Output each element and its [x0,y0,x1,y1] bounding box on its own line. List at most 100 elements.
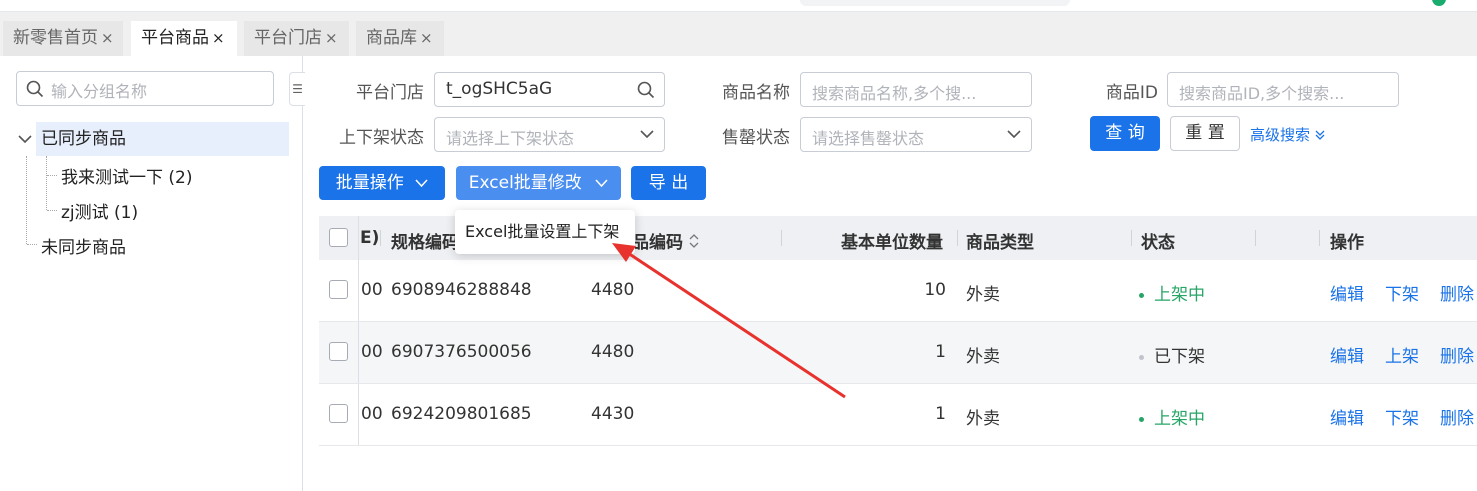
status-dot [1139,292,1144,298]
query-button[interactable]: 查 询 [1090,116,1160,151]
cell-product-type: 外卖 [966,409,1000,429]
top-bar [0,0,1477,12]
chevron-down-icon [640,130,654,139]
sidebar-collapse-button[interactable]: ☰ [289,72,305,106]
select-all-checkbox[interactable] [329,228,348,247]
group-search-placeholder: 输入分组名称 [51,82,148,101]
tree-node-synced[interactable]: 已同步商品 [36,122,289,156]
fixed-column-divider [358,216,359,260]
tree-guide-line [27,244,37,245]
top-status-indicator [1432,0,1446,6]
cell-unit-qty: 1 [935,404,946,424]
cell-unit-qty: 10 [924,280,946,300]
edit-link[interactable]: 编辑 [1330,280,1364,305]
double-chevron-down-icon [1315,130,1325,140]
close-icon[interactable]: × [212,29,225,47]
column-header-unit-qty: 基本单位数量 [841,233,943,253]
tab-platform-products[interactable]: 平台商品 × [131,21,237,56]
column-separator [1131,230,1132,246]
cell-partial: 00 [361,404,383,424]
delete-link[interactable]: 删除 [1440,280,1474,305]
column-separator [781,230,782,246]
column-header-product-type: 商品类型 [966,233,1034,253]
product-name-input[interactable]: 搜索商品名称,多个搜... [800,72,1032,107]
excel-batch-edit-button[interactable]: Excel批量修改 [456,166,621,200]
table-row: 00 6924209801685 4430 1 外卖 上架中 编辑 下架 删除 [319,384,1477,446]
tab-bar: 新零售首页 × 平台商品 × 平台门店 × 商品库 × [0,12,1477,56]
cell-product-code: 4480 [591,342,635,362]
table-row: 00 6907376500056 4480 1 外卖 已下架 编辑 上架 删除 [319,322,1477,384]
tree-node-unsynced[interactable]: 未同步商品 [41,233,126,258]
shelf-status-select[interactable]: 请选择上下架状态 [434,117,665,152]
status-dot [1139,354,1144,360]
cell-spec-code: 6907376500056 [391,342,532,362]
product-id-label: 商品ID [1105,83,1158,103]
unshelve-link[interactable]: 下架 [1385,404,1419,429]
search-icon [26,80,44,98]
search-icon[interactable] [637,81,655,99]
tab-platform-stores[interactable]: 平台门店 × [244,21,349,56]
column-header-status: 状态 [1141,233,1175,253]
column-separator [380,230,381,246]
export-button[interactable]: 导 出 [631,166,706,200]
close-icon[interactable]: × [325,29,338,47]
tree-guide-line [47,175,57,176]
delete-link[interactable]: 删除 [1440,342,1474,367]
tree-guide-line [26,156,27,244]
cell-spec-code: 6924209801685 [391,404,532,424]
product-name-label: 商品名称 [722,83,790,103]
chevron-down-icon [415,179,428,188]
column-header-spec-code: 规格编码 [391,233,459,253]
row-checkbox[interactable] [329,404,348,423]
cell-spec-code: 6908946288848 [391,280,532,300]
group-sidebar: 输入分组名称 ☰ 已同步商品 我来测试一下 (2) zj测试 (1) 未同步商品 [0,56,305,491]
sellout-status-label: 售罄状态 [722,128,790,148]
product-id-input[interactable]: 搜索商品ID,多个搜索... [1167,72,1399,107]
edit-link[interactable]: 编辑 [1330,404,1364,429]
store-input[interactable]: t_ogSHC5aG [434,72,665,107]
cell-partial: 00 [361,280,383,300]
fixed-column-divider [358,322,359,383]
column-header-partial: E) [360,228,380,248]
chevron-down-icon[interactable] [18,134,32,144]
delete-link[interactable]: 删除 [1440,404,1474,429]
tab-product-library[interactable]: 商品库 × [356,21,444,56]
cell-product-code: 4480 [591,280,635,300]
cell-product-type: 外卖 [966,285,1000,305]
fixed-column-divider [358,384,359,445]
group-search-input[interactable]: 输入分组名称 [16,71,274,106]
store-label: 平台门店 [356,83,424,103]
row-checkbox[interactable] [329,342,348,361]
close-icon[interactable]: × [420,29,433,47]
chevron-down-icon [595,179,608,188]
table-row: 00 6908946288848 4480 10 外卖 上架中 编辑 下架 删除 [319,260,1477,322]
sellout-status-select[interactable]: 请选择售罄状态 [800,117,1032,152]
reset-button[interactable]: 重 置 [1170,116,1240,151]
unshelve-link[interactable]: 下架 [1385,280,1419,305]
column-separator [957,230,958,246]
tree-node-test-group[interactable]: 我来测试一下 (2) [61,163,192,188]
edit-link[interactable]: 编辑 [1330,342,1364,367]
cell-product-type: 外卖 [966,347,1000,367]
tree-guide-line [47,210,57,211]
row-checkbox[interactable] [329,280,348,299]
cell-status: 上架中 [1139,404,1205,429]
shelf-status-label: 上下架状态 [339,128,424,148]
sort-icon[interactable] [689,234,699,248]
tab-new-retail-home[interactable]: 新零售首页 × [3,21,123,56]
advanced-search-link[interactable]: 高级搜索 [1250,124,1325,145]
shelve-link[interactable]: 上架 [1385,342,1419,367]
tree-node-zj-test[interactable]: zj测试 (1) [61,198,138,223]
close-icon[interactable]: × [101,29,114,47]
batch-operation-button[interactable]: 批量操作 [319,166,445,200]
status-dot [1139,416,1144,422]
excel-dropdown-menu: Excel批量设置上下架 [455,210,635,254]
cell-product-code: 4430 [591,404,635,424]
top-search-box[interactable] [800,0,1070,6]
cell-status: 已下架 [1139,342,1205,367]
column-separator [1255,230,1256,246]
cell-status: 上架中 [1139,280,1205,305]
menu-item-batch-shelf-setting[interactable]: Excel批量设置上下架 [465,222,619,241]
fixed-column-divider [358,260,359,321]
column-separator [1319,230,1320,246]
